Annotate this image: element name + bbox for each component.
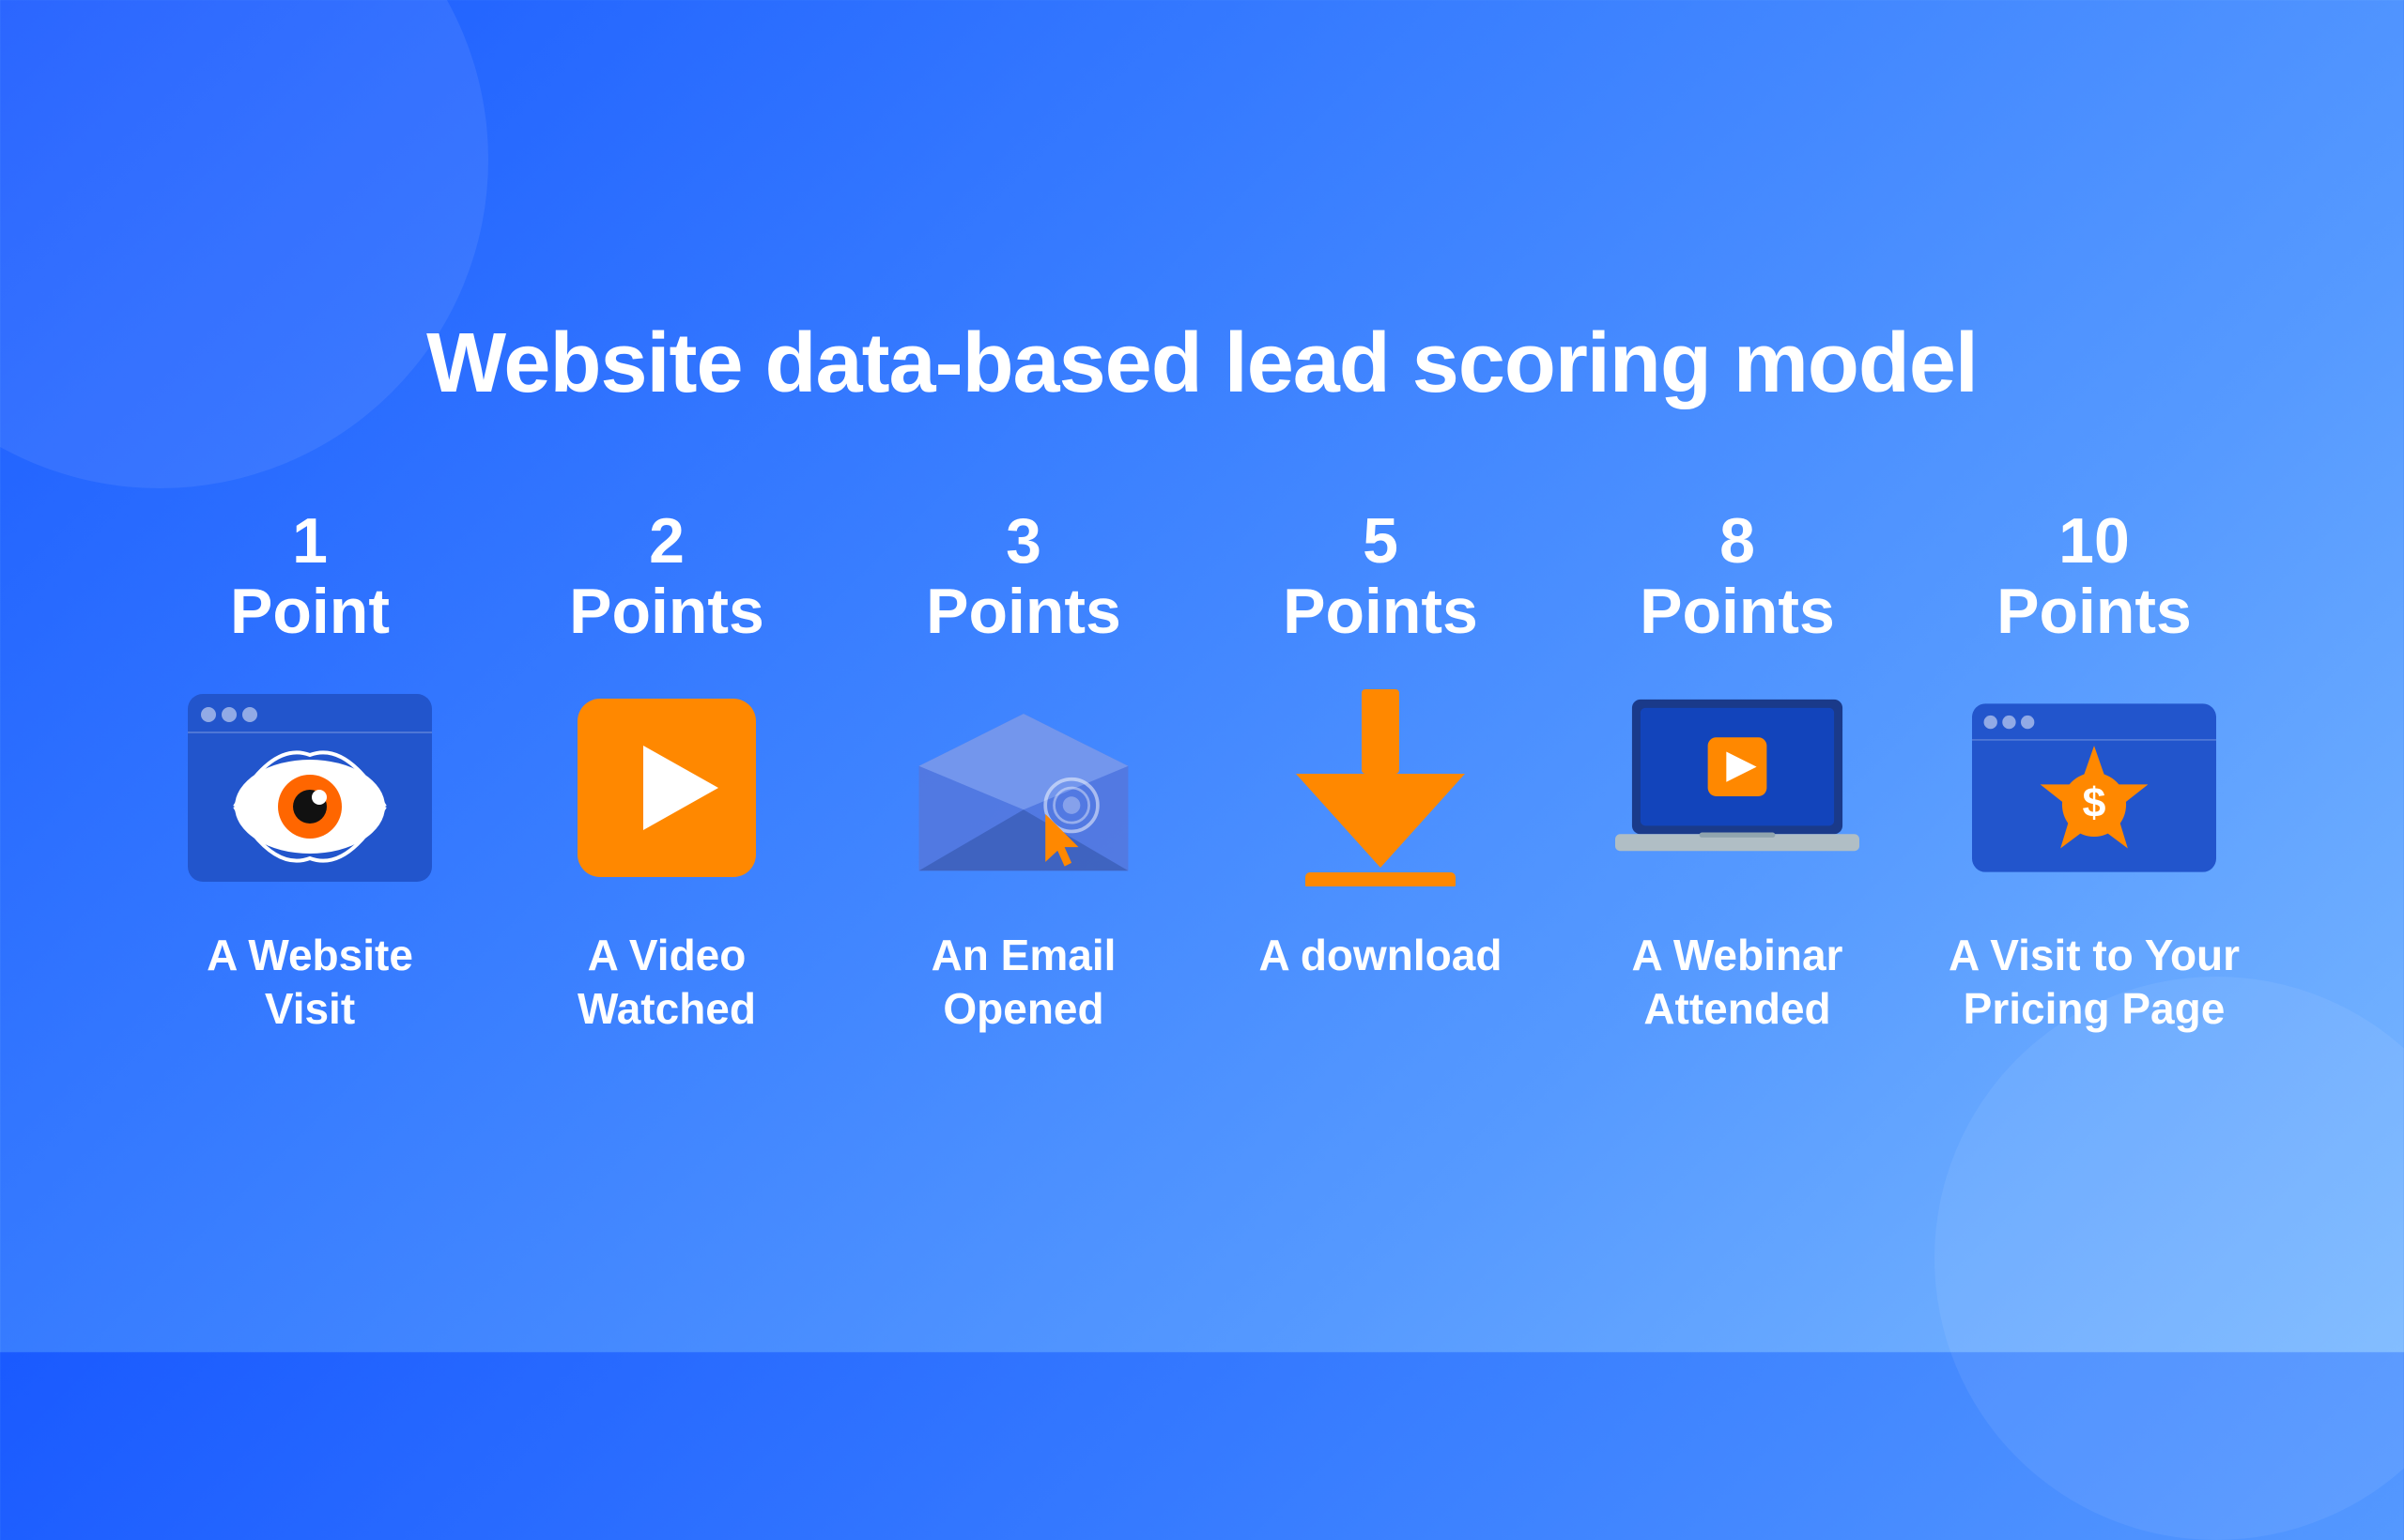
icon-website-visit	[188, 694, 432, 882]
points-label-website-visit: 1 Point	[230, 506, 390, 647]
card-label-email-opened: An Email Opened	[873, 929, 1174, 1037]
icon-video-watched	[545, 694, 789, 882]
card-label-video-watched: A Video Watched	[516, 929, 817, 1037]
webinar-icon	[1615, 689, 1859, 886]
points-label-webinar: 8 Points	[1640, 506, 1835, 647]
points-label-email-opened: 3 Points	[926, 506, 1121, 647]
card-download: 5 Points A download	[1230, 506, 1531, 982]
card-label-download: A download	[1259, 929, 1502, 983]
icon-download	[1258, 694, 1502, 882]
email-icon	[902, 689, 1146, 886]
card-label-webinar: A Webinar Attended	[1587, 929, 1888, 1037]
card-pricing-page: 10 Points $	[1944, 506, 2244, 1037]
bg-decoration-circle-1	[0, 0, 488, 488]
card-email-opened: 3 Points	[873, 506, 1174, 1037]
download-icon	[1287, 689, 1474, 886]
pricing-page-icon: $	[1972, 694, 2216, 882]
bg-decoration-circle-2	[1934, 977, 2404, 1540]
card-label-website-visit: A Website Visit	[160, 929, 460, 1037]
svg-text:$: $	[2083, 778, 2106, 825]
scoring-cards-container: 1 Point	[160, 506, 2244, 1037]
points-label-video-watched: 2 Points	[569, 506, 764, 647]
video-play-icon	[578, 699, 756, 877]
icon-webinar	[1615, 694, 1859, 882]
website-visit-icon	[188, 694, 432, 882]
page-title: Website data-based lead scoring model	[426, 316, 1978, 412]
points-label-pricing-page: 10 Points	[1996, 506, 2192, 647]
card-webinar: 8 Points A Webinar Attended	[1587, 506, 1888, 1037]
points-label-download: 5 Points	[1283, 506, 1478, 647]
card-video-watched: 2 Points A Video Watched	[516, 506, 817, 1037]
icon-pricing-page: $	[1972, 694, 2216, 882]
card-label-pricing-page: A Visit to Your Pricing Page	[1944, 929, 2244, 1037]
icon-email-opened	[902, 694, 1146, 882]
card-website-visit: 1 Point	[160, 506, 460, 1037]
